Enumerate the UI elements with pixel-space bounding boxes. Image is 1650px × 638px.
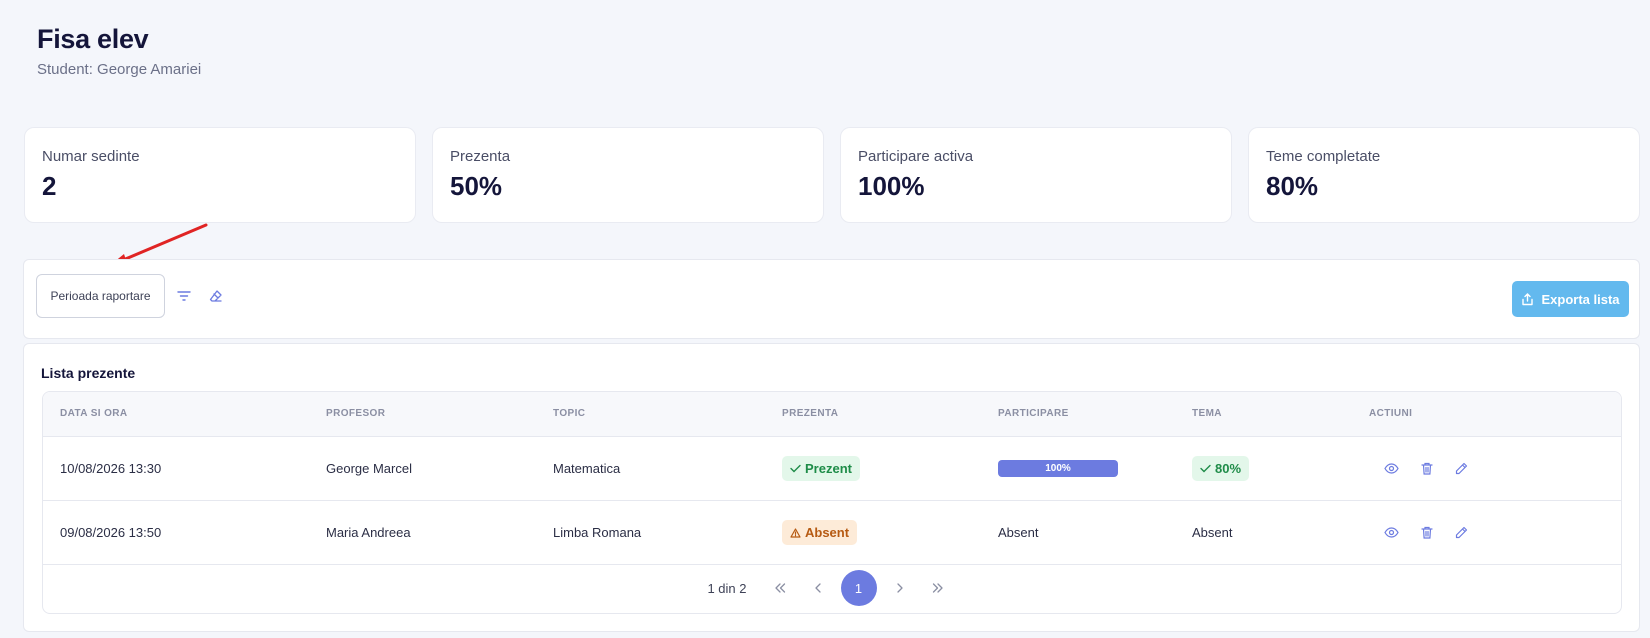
page-info: 1 din 2 — [707, 580, 747, 596]
cell-participation: Absent — [998, 525, 1039, 540]
page-subtitle: Student: George Amariei — [37, 61, 202, 78]
stat-label: Teme completate — [1266, 148, 1381, 165]
stat-value: 2 — [42, 171, 57, 201]
eye-icon[interactable] — [1382, 459, 1401, 478]
attendance-table: Data si ora Profesor Topic Prezenta Part… — [42, 391, 1622, 614]
eye-icon[interactable] — [1382, 523, 1401, 542]
homework-label: 80% — [1215, 461, 1242, 476]
progress-fill: 100% — [998, 460, 1118, 477]
attendance-badge: Prezent — [782, 456, 860, 481]
export-list-button[interactable]: Exporta lista — [1512, 281, 1629, 317]
column-header-participation: Participare — [998, 408, 1069, 419]
list-title: Lista prezente — [41, 365, 136, 381]
pencil-icon[interactable] — [1452, 459, 1471, 478]
stat-value: 100% — [858, 171, 925, 201]
table-row: 09/08/2026 13:50 Maria Andreea Limba Rom… — [43, 501, 1621, 565]
column-header-attendance: Prezenta — [782, 408, 839, 419]
stat-card-homework: Teme completate 80% — [1248, 127, 1640, 223]
attendance-badge: Absent — [782, 520, 858, 545]
column-header-homework: Tema — [1192, 408, 1222, 419]
stat-card-sessions: Numar sedinte 2 — [24, 127, 416, 223]
export-label: Exporta lista — [1541, 291, 1620, 307]
check-icon — [1200, 464, 1211, 473]
next-page-icon[interactable] — [881, 570, 919, 606]
stats-row: Numar sedinte 2 Prezenta 50% Participare… — [24, 127, 1640, 223]
reporting-period-button[interactable]: Perioada raportare — [36, 274, 165, 318]
first-page-icon[interactable] — [761, 570, 799, 606]
stat-value: 80% — [1266, 171, 1319, 201]
table-row: 10/08/2026 13:30 George Marcel Matematic… — [43, 437, 1621, 501]
cell-datetime: 10/08/2026 13:30 — [60, 461, 162, 476]
warning-triangle-icon — [790, 527, 801, 538]
last-page-icon[interactable] — [919, 570, 957, 606]
attendance-label: Absent — [805, 525, 850, 540]
attendance-list-panel: Lista prezente Data si ora Profesor Topi… — [23, 343, 1640, 632]
pencil-icon[interactable] — [1452, 523, 1471, 542]
stat-label: Participare activa — [858, 148, 974, 165]
prev-page-icon[interactable] — [799, 570, 837, 606]
page-button-current[interactable]: 1 — [840, 570, 877, 606]
cell-topic: Matematica — [553, 461, 621, 476]
stat-card-participation: Participare activa 100% — [840, 127, 1232, 223]
page-title: Fisa elev — [37, 24, 149, 54]
check-icon — [790, 464, 801, 473]
filter-lines-icon[interactable] — [174, 286, 194, 306]
pagination: 1 din 2 1 — [43, 570, 1621, 606]
participation-progress: 100% — [998, 460, 1118, 477]
cell-teacher: George Marcel — [326, 461, 412, 476]
stat-value: 50% — [450, 171, 503, 201]
page-header: Fisa elev Student: George Amariei — [37, 24, 201, 78]
stat-label: Numar sedinte — [42, 148, 140, 165]
column-header-topic: Topic — [553, 408, 586, 419]
column-header-datetime: Data si ora — [60, 408, 128, 419]
cell-datetime: 09/08/2026 13:50 — [60, 525, 162, 540]
homework-badge: 80% — [1192, 456, 1250, 481]
cell-topic: Limba Romana — [553, 525, 642, 540]
stat-card-attendance: Prezenta 50% — [432, 127, 824, 223]
column-header-teacher: Profesor — [326, 408, 386, 419]
row-actions — [1382, 523, 1471, 542]
cell-homework: Absent — [1192, 525, 1233, 540]
trash-icon[interactable] — [1417, 523, 1436, 542]
cell-teacher: Maria Andreea — [326, 525, 411, 540]
filter-bar: Perioada raportare Exporta lista — [23, 259, 1640, 339]
attendance-label: Prezent — [805, 461, 852, 476]
trash-icon[interactable] — [1417, 459, 1436, 478]
table-header: Data si ora Profesor Topic Prezenta Part… — [43, 392, 1621, 437]
stat-label: Prezenta — [450, 148, 511, 165]
column-header-actions: Actiuni — [1369, 408, 1413, 419]
share-upload-icon — [1522, 292, 1534, 305]
row-actions — [1382, 459, 1471, 478]
eraser-icon[interactable] — [206, 286, 226, 306]
